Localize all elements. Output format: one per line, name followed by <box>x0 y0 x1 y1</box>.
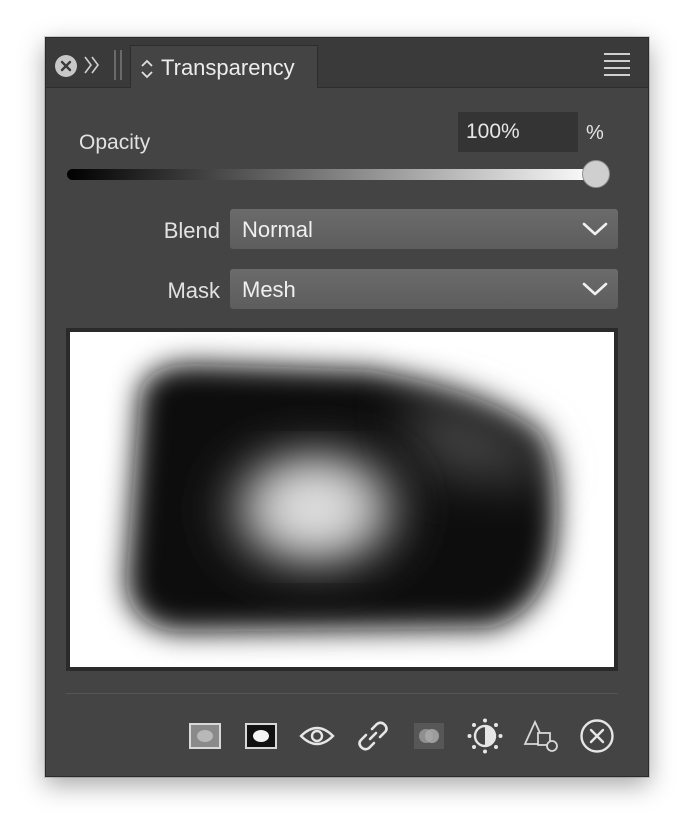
mesh-mask-image <box>70 332 614 667</box>
tab-transparency[interactable]: Transparency <box>130 45 318 88</box>
link-icon[interactable] <box>355 718 391 754</box>
divider <box>66 693 618 694</box>
eye-icon[interactable] <box>299 718 335 754</box>
menu-icon[interactable] <box>603 52 631 76</box>
close-circle-icon[interactable] <box>579 718 615 754</box>
opacity-unit: % <box>586 122 604 144</box>
overlap-icon[interactable] <box>411 718 447 754</box>
tab-title: Transparency <box>161 55 295 80</box>
mask-value: Mesh <box>242 277 296 302</box>
mask-dropdown[interactable]: Mesh <box>230 269 618 309</box>
opacity-slider-handle[interactable] <box>582 160 610 188</box>
mask-preview[interactable] <box>66 328 618 671</box>
opacity-label: Opacity <box>79 131 151 154</box>
mask-invert-icon[interactable] <box>243 718 279 754</box>
blend-dropdown[interactable]: Normal <box>230 209 618 249</box>
opacity-slider[interactable] <box>67 169 599 180</box>
mask-label: Mask <box>167 278 220 303</box>
chevron-updown-icon <box>141 59 153 79</box>
close-icon[interactable] <box>55 55 77 77</box>
shapes-icon[interactable] <box>523 718 559 754</box>
mask-preview-canvas <box>70 332 614 667</box>
transparency-panel: Transparency Opacity 100% % Blend Normal… <box>45 37 649 777</box>
chevron-down-icon <box>582 222 608 236</box>
chevron-down-icon <box>582 282 608 296</box>
expand-icon[interactable] <box>83 53 101 77</box>
title-bar: Transparency <box>46 38 648 88</box>
mask-rect-icon[interactable] <box>187 718 223 754</box>
opacity-input[interactable]: 100% <box>458 112 578 152</box>
blend-label: Blend <box>163 218 220 243</box>
grip-icon[interactable] <box>112 50 124 80</box>
brightness-icon[interactable] <box>467 718 503 754</box>
blend-value: Normal <box>242 217 313 242</box>
bottom-toolbar <box>46 718 648 758</box>
